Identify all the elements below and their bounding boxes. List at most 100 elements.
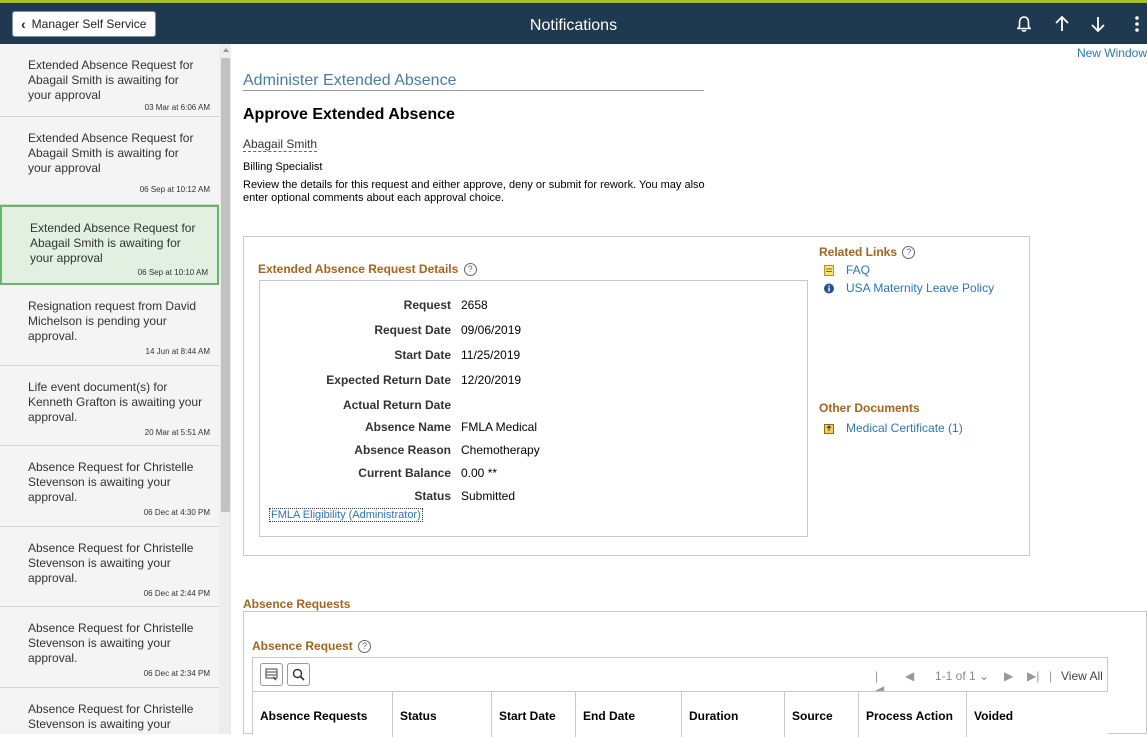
notification-text: Resignation request from David Michelson…: [28, 299, 197, 343]
row-count-select[interactable]: 1-1 of 1 ⌄: [935, 669, 992, 683]
breadcrumb-divider: [243, 90, 704, 91]
absence-request-grid-heading-text: Absence Request: [252, 639, 353, 653]
related-link-maternity-policy[interactable]: USA Maternity Leave Policy: [824, 281, 994, 295]
notification-item[interactable]: Extended Absence Request for Abagail Smi…: [0, 117, 219, 205]
column-header-start-date[interactable]: Start Date: [492, 692, 576, 737]
back-button-label: Manager Self Service: [31, 17, 147, 31]
column-header-status[interactable]: Status: [393, 692, 492, 737]
notification-item[interactable]: Life event document(s) for Kenneth Graft…: [0, 366, 219, 446]
page-title: Approve Extended Absence: [243, 106, 455, 123]
chevron-left-icon: ‹: [21, 16, 26, 32]
grid-settings-icon: [265, 668, 278, 681]
detail-row-start-date: Start Date 11/25/2019: [260, 348, 808, 362]
request-details-panel: Extended Absence Request Details ? Reque…: [243, 236, 1030, 556]
notification-item[interactable]: Absence Request for Christelle Stevenson…: [0, 446, 219, 527]
detail-label: Expected Return Date: [326, 373, 451, 387]
bell-icon[interactable]: [1011, 11, 1037, 37]
column-header-duration[interactable]: Duration: [682, 692, 785, 737]
detail-value: Chemotherapy: [461, 443, 540, 457]
detail-value: 12/20/2019: [461, 373, 522, 387]
fmla-eligibility-link[interactable]: FMLA Eligibility (Administrator): [269, 508, 423, 522]
notification-time: 06 Dec at 2:44 PM: [143, 589, 210, 598]
detail-row-expected-return: Expected Return Date 12/20/2019: [260, 373, 808, 387]
related-link-label: USA Maternity Leave Policy: [846, 281, 995, 295]
related-links-heading: Related Links ?: [819, 245, 916, 259]
attachment-icon: [824, 423, 834, 434]
arrow-up-icon[interactable]: [1049, 11, 1075, 37]
help-icon[interactable]: ?: [902, 246, 916, 259]
column-header-source[interactable]: Source: [785, 692, 859, 737]
breadcrumb-title: Administer Extended Absence: [243, 72, 457, 89]
detail-label: Absence Reason: [354, 443, 451, 457]
personalize-grid-button[interactable]: [260, 663, 283, 686]
previous-page-icon[interactable]: ◀: [905, 669, 915, 683]
arrow-down-icon[interactable]: [1085, 11, 1111, 37]
column-header-process-action[interactable]: Process Action: [859, 692, 967, 737]
notification-item-selected[interactable]: Extended Absence Request for Abagail Smi…: [0, 205, 219, 285]
notification-time: 06 Dec at 2:34 PM: [143, 669, 210, 678]
employee-name-link[interactable]: Abagail Smith: [243, 137, 318, 152]
help-icon[interactable]: ?: [463, 263, 477, 276]
back-button[interactable]: ‹ Manager Self Service: [12, 11, 157, 37]
other-documents-heading: Other Documents: [819, 401, 920, 415]
detail-value: 2658: [461, 298, 488, 312]
next-page-icon[interactable]: ▶: [1004, 669, 1014, 683]
main-content: New Window Administer Extended Absence A…: [231, 44, 1147, 737]
instructions-text: Review the details for this request and …: [243, 179, 705, 204]
detail-value: Submitted: [461, 489, 516, 503]
notification-time: 06 Sep at 10:10 AM: [137, 268, 208, 277]
more-options-icon[interactable]: [1129, 11, 1145, 37]
grid-header-row: Absence Requests Status Start Date End D…: [253, 691, 1108, 737]
related-link-faq[interactable]: FAQ: [824, 263, 870, 277]
detail-row-actual-return: Actual Return Date: [260, 398, 808, 412]
document-link-medical-certificate[interactable]: Medical Certificate (1): [824, 421, 963, 435]
find-in-grid-button[interactable]: [287, 663, 310, 686]
notification-item[interactable]: Resignation request from David Michelson…: [0, 285, 219, 366]
notification-text: Extended Absence Request for Abagail Smi…: [28, 58, 194, 102]
help-icon[interactable]: ?: [358, 640, 372, 653]
notification-item[interactable]: Extended Absence Request for Abagail Smi…: [0, 44, 219, 117]
new-window-link[interactable]: New Window: [1077, 46, 1147, 60]
grid-pager: |◀ ◀ 1-1 of 1 ⌄ ▶ ▶| | View All: [875, 669, 1107, 697]
header-title: Notifications: [529, 17, 618, 34]
column-header-absence-requests[interactable]: Absence Requests: [253, 692, 393, 737]
details-fields-box: Request 2658 Request Date 09/06/2019 Sta…: [259, 280, 808, 537]
detail-label: Current Balance: [358, 466, 451, 480]
detail-row-request-date: Request Date 09/06/2019: [260, 323, 808, 337]
notification-time: 20 Mar at 5:51 AM: [144, 428, 210, 437]
app-header: ‹ Manager Self Service Notifications: [0, 3, 1147, 44]
detail-label: Status: [414, 489, 451, 503]
notification-text: Extended Absence Request for Abagail Smi…: [30, 221, 196, 265]
employee-job-title: Billing Specialist: [243, 161, 323, 173]
notification-item[interactable]: Absence Request for Christelle Stevenson…: [0, 527, 219, 607]
details-heading-text: Extended Absence Request Details: [258, 262, 459, 276]
notification-text: Absence Request for Christelle Stevenson…: [28, 460, 194, 504]
absence-requests-panel: Absence Request ? |◀ ◀ 1-1 of 1 ⌄ ▶ ▶| |…: [243, 611, 1147, 737]
detail-value: 0.00 **: [461, 466, 498, 480]
column-header-voided[interactable]: Voided: [967, 692, 1108, 737]
notification-list: Extended Absence Request for Abagail Smi…: [0, 44, 231, 734]
detail-row-request: Request 2658: [260, 298, 808, 312]
notification-time: 14 Jun at 8:44 AM: [145, 347, 211, 356]
detail-label: Actual Return Date: [342, 398, 451, 412]
last-page-icon[interactable]: ▶|: [1027, 669, 1039, 683]
detail-label: Absence Name: [364, 420, 451, 434]
detail-value: 09/06/2019: [461, 323, 522, 337]
notification-time: 06 Dec at 4:30 PM: [143, 508, 210, 517]
related-links-heading-text: Related Links: [819, 245, 898, 259]
sidebar-scroll-thumb[interactable]: [221, 58, 230, 512]
detail-label: Request: [403, 298, 451, 312]
notification-item[interactable]: Absence Request for Christelle Stevenson…: [0, 607, 219, 688]
detail-row-absence-reason: Absence Reason Chemotherapy: [260, 443, 808, 457]
column-header-end-date[interactable]: End Date: [576, 692, 682, 737]
notification-text: Absence Request for Christelle Stevenson…: [28, 541, 194, 585]
detail-label: Start Date: [394, 348, 451, 362]
absence-request-grid-heading: Absence Request ?: [252, 639, 372, 653]
detail-value: 11/25/2019: [461, 348, 521, 362]
scroll-up-arrow-icon[interactable]: [223, 48, 229, 52]
detail-label: Request Date: [374, 323, 451, 337]
notification-item[interactable]: Absence Request for Christelle Stevenson…: [0, 688, 219, 734]
view-all-link[interactable]: View All: [1061, 669, 1107, 683]
details-heading: Extended Absence Request Details ?: [258, 262, 477, 276]
detail-value: FMLA Medical: [461, 420, 538, 434]
